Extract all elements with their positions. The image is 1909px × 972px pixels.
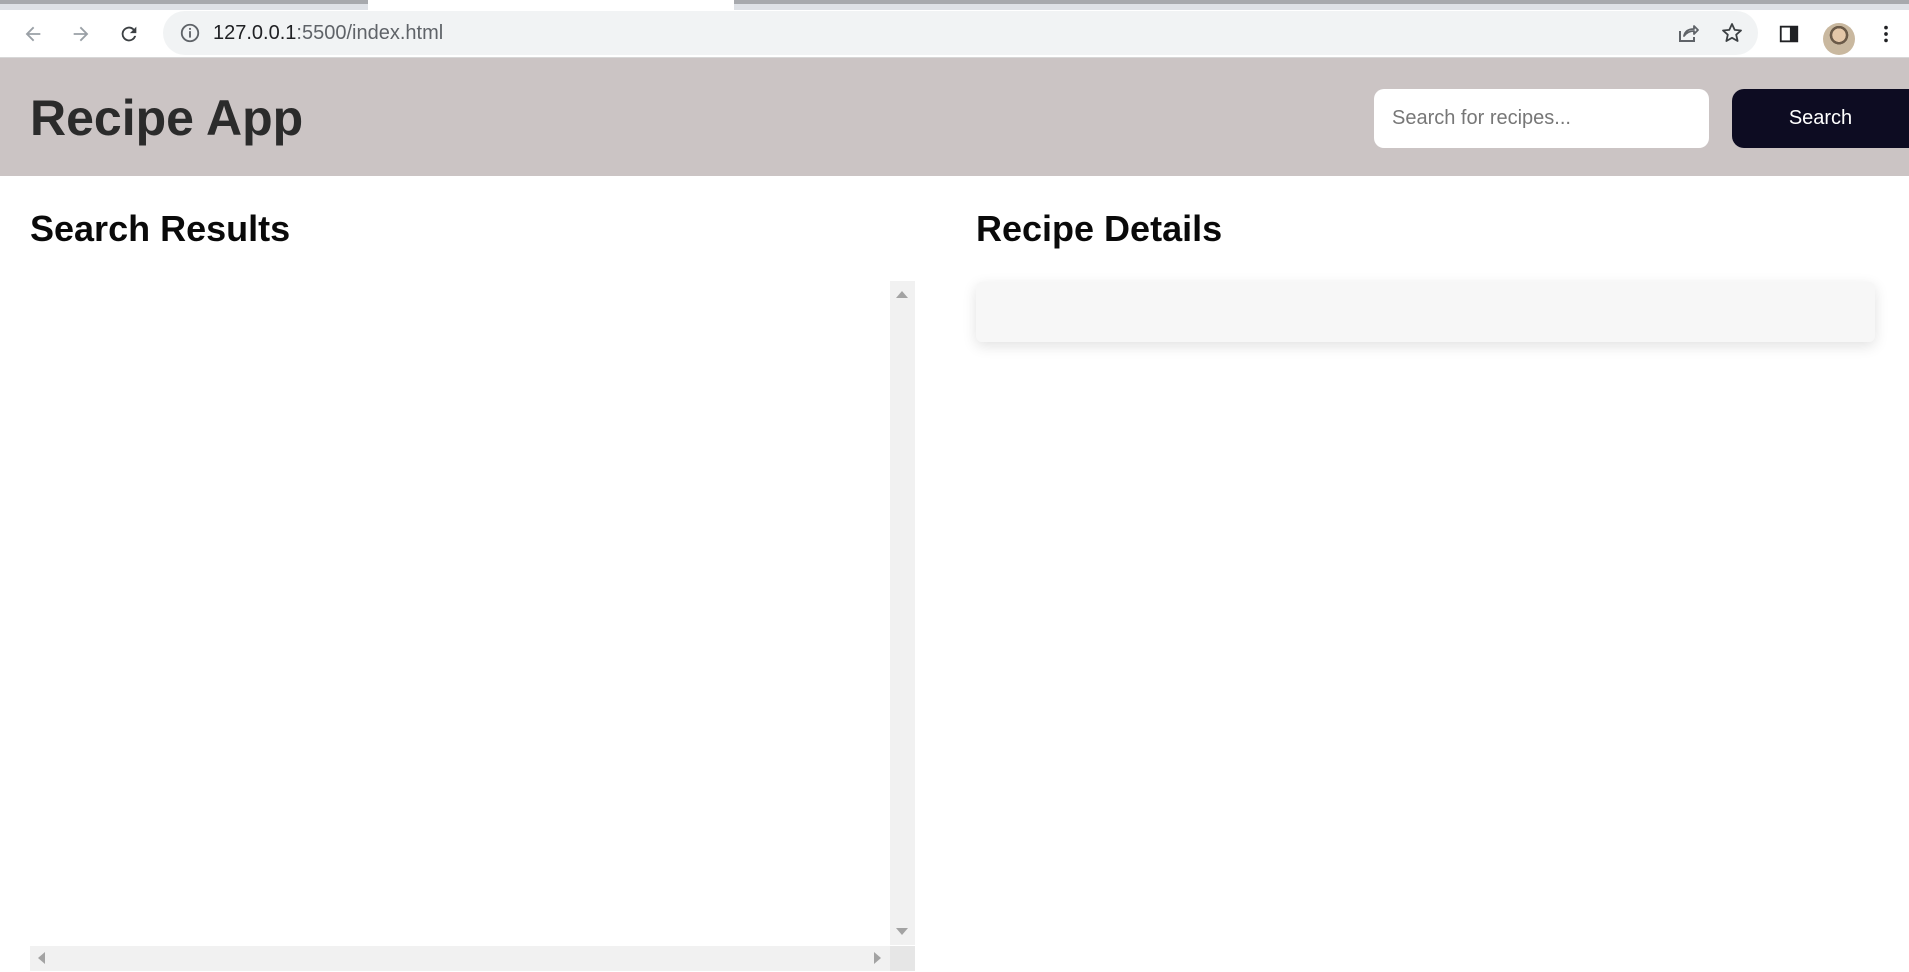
results-vertical-scrollbar[interactable] (890, 281, 915, 945)
reload-button[interactable] (115, 20, 143, 48)
browser-chrome: 127.0.0.1:5500/index.html (0, 0, 1909, 58)
scroll-up-icon[interactable] (896, 291, 908, 298)
url-path: :5500/index.html (296, 22, 444, 44)
tab-active[interactable] (368, 0, 734, 10)
app-header: Recipe App Search (0, 58, 1909, 176)
reload-icon (121, 26, 137, 42)
recipe-details-card (976, 282, 1875, 342)
side-panel-icon (1779, 25, 1799, 43)
search-button[interactable]: Search (1732, 89, 1909, 148)
results-horizontal-scrollbar[interactable] (30, 946, 890, 971)
side-panel-button[interactable] (1775, 20, 1803, 48)
share-icon[interactable] (1676, 21, 1700, 45)
tab-inactive-right[interactable] (734, 0, 1909, 4)
scroll-right-icon[interactable] (874, 952, 881, 964)
star-icon[interactable] (1720, 21, 1744, 45)
search-results-title: Search Results (30, 208, 291, 249)
browser-toolbar: 127.0.0.1:5500/index.html (0, 10, 1909, 58)
url-host: 127.0.0.1 (213, 22, 297, 44)
forward-button[interactable] (67, 20, 95, 48)
arrow-left-icon (25, 26, 41, 42)
back-button[interactable] (19, 20, 47, 48)
scroll-down-icon[interactable] (896, 928, 908, 935)
scroll-left-icon[interactable] (38, 952, 45, 964)
recipe-details-title: Recipe Details (976, 208, 1223, 249)
profile-avatar[interactable] (1823, 23, 1855, 55)
arrow-right-icon (73, 26, 89, 42)
info-icon[interactable] (179, 22, 201, 44)
app-title: Recipe App (30, 90, 304, 146)
url-text[interactable]: 127.0.0.1:5500/index.html (213, 22, 443, 45)
search-input[interactable] (1374, 89, 1709, 148)
search-results-list[interactable] (30, 281, 915, 971)
address-bar[interactable]: 127.0.0.1:5500/index.html (163, 11, 1758, 55)
tab-inactive-left[interactable] (0, 0, 368, 4)
browser-menu-button[interactable] (1872, 20, 1900, 48)
kebab-menu-icon (1884, 25, 1888, 43)
scrollbar-corner (890, 946, 915, 971)
